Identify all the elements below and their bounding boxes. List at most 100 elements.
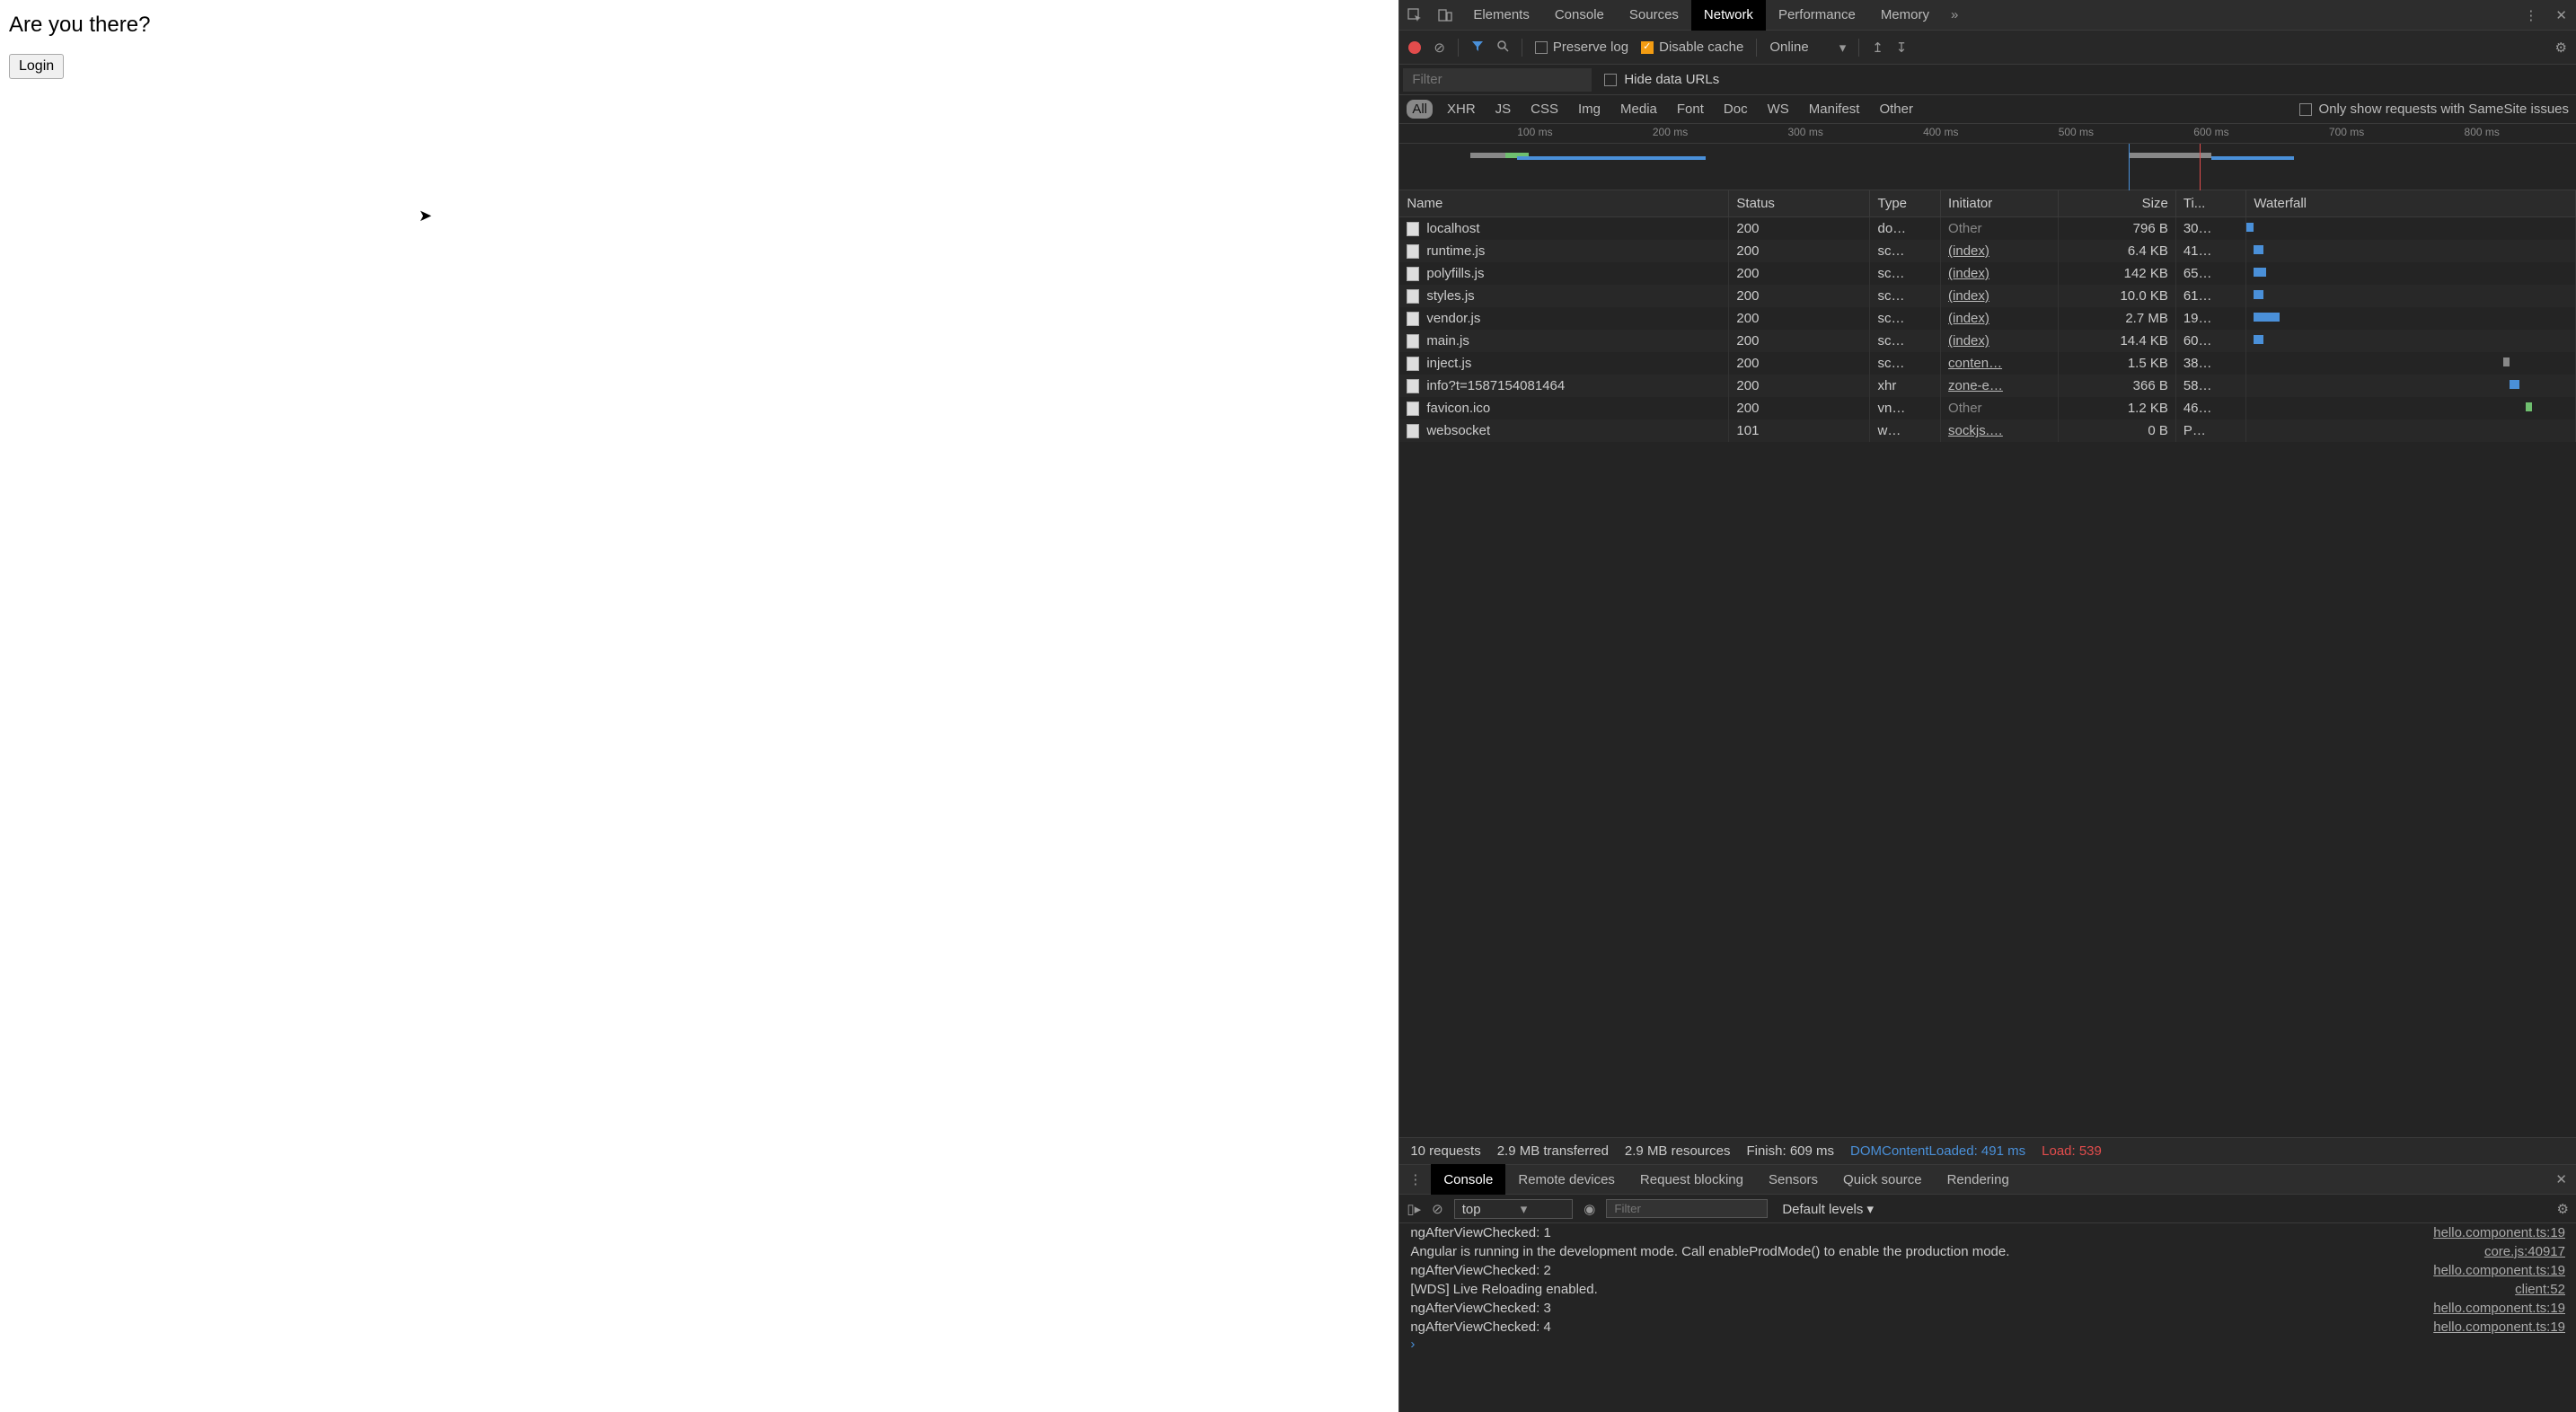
- drawer-tab-quick-source[interactable]: Quick source: [1831, 1164, 1935, 1195]
- login-button[interactable]: Login: [9, 54, 64, 79]
- network-status-bar: 10 requests 2.9 MB transferred 2.9 MB re…: [1399, 1137, 2576, 1164]
- table-row[interactable]: localhost200do…Other796 B30…: [1399, 217, 2575, 241]
- console-source-link[interactable]: hello.component.ts:19: [2433, 1301, 2565, 1316]
- preserve-log-checkbox[interactable]: Preserve log: [1535, 40, 1628, 55]
- timeline-overview[interactable]: 100 ms200 ms300 ms400 ms500 ms600 ms700 …: [1399, 124, 2576, 190]
- console-sidebar-icon[interactable]: ▯▸: [1407, 1201, 1421, 1217]
- search-icon[interactable]: [1496, 40, 1509, 56]
- cell-initiator[interactable]: (index): [1941, 285, 2059, 307]
- drawer-tab-remote-devices[interactable]: Remote devices: [1505, 1164, 1628, 1195]
- tab-sources[interactable]: Sources: [1617, 0, 1691, 31]
- console-clear-icon[interactable]: ⊘: [1432, 1201, 1443, 1217]
- inspect-element-icon[interactable]: [1399, 0, 1430, 31]
- table-row[interactable]: inject.js200sc…conten…1.5 KB38…: [1399, 352, 2575, 375]
- network-toolbar: ⊘ Preserve log Disable cache Online▾ ↥ ↧…: [1399, 31, 2576, 65]
- table-row[interactable]: favicon.ico200vn…Other1.2 KB46…: [1399, 397, 2575, 419]
- type-filter-js[interactable]: JS: [1490, 100, 1517, 119]
- drawer-tab-rendering[interactable]: Rendering: [1935, 1164, 2022, 1195]
- type-filter-font[interactable]: Font: [1672, 100, 1709, 119]
- console-source-link[interactable]: hello.component.ts:19: [2433, 1319, 2565, 1335]
- device-toolbar-icon[interactable]: [1430, 0, 1460, 31]
- timeline-tick: 100 ms: [1517, 126, 1552, 138]
- table-row[interactable]: info?t=1587154081464200xhrzone-e…366 B58…: [1399, 375, 2575, 397]
- cell-initiator[interactable]: (index): [1941, 240, 2059, 262]
- filter-icon[interactable]: [1471, 40, 1484, 56]
- cell-time: P…: [2175, 419, 2246, 442]
- type-filter-doc[interactable]: Doc: [1718, 100, 1753, 119]
- column-name[interactable]: Name: [1399, 190, 1729, 217]
- download-har-icon[interactable]: ↧: [1896, 40, 1908, 56]
- tab-memory[interactable]: Memory: [1868, 0, 1942, 31]
- upload-har-icon[interactable]: ↥: [1872, 40, 1883, 56]
- type-filter-manifest[interactable]: Manifest: [1804, 100, 1866, 119]
- console-source-link[interactable]: hello.component.ts:19: [2433, 1225, 2565, 1240]
- column-ti[interactable]: Ti...: [2175, 190, 2246, 217]
- console-prompt-icon[interactable]: ›: [1399, 1337, 2576, 1352]
- filter-input[interactable]: [1403, 68, 1592, 92]
- type-filter-media[interactable]: Media: [1615, 100, 1663, 119]
- column-status[interactable]: Status: [1729, 190, 1870, 217]
- console-context-select[interactable]: top ▾: [1454, 1199, 1574, 1219]
- network-settings-icon[interactable]: ⚙: [2555, 40, 2567, 56]
- column-initiator[interactable]: Initiator: [1941, 190, 2059, 217]
- tab-network[interactable]: Network: [1691, 0, 1766, 31]
- more-tabs-icon[interactable]: »: [1942, 7, 1967, 22]
- disable-cache-checkbox[interactable]: Disable cache: [1641, 40, 1743, 55]
- record-icon[interactable]: [1408, 41, 1421, 54]
- cell-size: 142 KB: [2058, 262, 2175, 285]
- table-row[interactable]: main.js200sc…(index)14.4 KB60…: [1399, 330, 2575, 352]
- type-filter-all[interactable]: All: [1407, 100, 1433, 119]
- table-row[interactable]: polyfills.js200sc…(index)142 KB65…: [1399, 262, 2575, 285]
- hide-data-urls-checkbox[interactable]: Hide data URLs: [1604, 72, 1719, 87]
- table-row[interactable]: styles.js200sc…(index)10.0 KB61…: [1399, 285, 2575, 307]
- tab-performance[interactable]: Performance: [1766, 0, 1868, 31]
- type-filter-xhr[interactable]: XHR: [1442, 100, 1481, 119]
- console-settings-icon[interactable]: ⚙: [2557, 1201, 2569, 1217]
- samesite-checkbox[interactable]: Only show requests with SameSite issues: [2299, 101, 2569, 117]
- cell-size: 14.4 KB: [2058, 330, 2175, 352]
- console-log: ngAfterViewChecked: 1hello.component.ts:…: [1399, 1223, 2576, 1412]
- table-row[interactable]: vendor.js200sc…(index)2.7 MB19…: [1399, 307, 2575, 330]
- tab-console[interactable]: Console: [1542, 0, 1617, 31]
- cell-initiator[interactable]: conten…: [1941, 352, 2059, 375]
- throttle-value: Online: [1769, 40, 1808, 55]
- cell-waterfall: [2246, 285, 2576, 307]
- drawer-tab-console[interactable]: Console: [1431, 1164, 1505, 1195]
- cell-status: 200: [1729, 285, 1870, 307]
- tab-elements[interactable]: Elements: [1460, 0, 1542, 31]
- throttle-select[interactable]: Online▾: [1769, 40, 1846, 56]
- live-expression-icon[interactable]: ◉: [1584, 1201, 1595, 1217]
- type-filter-ws[interactable]: WS: [1762, 100, 1795, 119]
- cell-initiator[interactable]: (index): [1941, 307, 2059, 330]
- page-title: Are you there?: [9, 13, 1389, 38]
- cell-initiator[interactable]: zone-e…: [1941, 375, 2059, 397]
- cell-waterfall: [2246, 240, 2576, 262]
- cell-initiator[interactable]: (index): [1941, 330, 2059, 352]
- console-source-link[interactable]: client:52: [2515, 1282, 2565, 1297]
- drawer-close-icon[interactable]: ✕: [2546, 1171, 2576, 1187]
- cell-initiator[interactable]: sockjs.…: [1941, 419, 2059, 442]
- cell-initiator[interactable]: (index): [1941, 262, 2059, 285]
- console-line: ngAfterViewChecked: 1hello.component.ts:…: [1399, 1223, 2576, 1242]
- cell-name: websocket: [1399, 419, 1729, 442]
- clear-icon[interactable]: ⊘: [1434, 40, 1445, 56]
- console-filter-input[interactable]: [1606, 1199, 1768, 1218]
- drawer-tab-sensors[interactable]: Sensors: [1756, 1164, 1831, 1195]
- type-filter-img[interactable]: Img: [1573, 100, 1606, 119]
- column-type[interactable]: Type: [1870, 190, 1941, 217]
- timeline-tick: 500 ms: [2059, 126, 2094, 138]
- column-size[interactable]: Size: [2058, 190, 2175, 217]
- log-levels-select[interactable]: Default levels ▾: [1782, 1201, 1874, 1217]
- type-filter-css[interactable]: CSS: [1525, 100, 1564, 119]
- console-source-link[interactable]: core.js:40917: [2484, 1244, 2565, 1259]
- column-waterfall[interactable]: Waterfall: [2246, 190, 2576, 217]
- drawer-menu-icon[interactable]: ⋮: [1399, 1171, 1431, 1187]
- drawer-tab-request-blocking[interactable]: Request blocking: [1628, 1164, 1756, 1195]
- devtools-close-icon[interactable]: ✕: [2546, 7, 2576, 23]
- console-source-link[interactable]: hello.component.ts:19: [2433, 1263, 2565, 1278]
- table-row[interactable]: runtime.js200sc…(index)6.4 KB41…: [1399, 240, 2575, 262]
- cell-status: 200: [1729, 352, 1870, 375]
- table-row[interactable]: websocket101w…sockjs.…0 BP…: [1399, 419, 2575, 442]
- type-filter-other[interactable]: Other: [1874, 100, 1919, 119]
- devtools-menu-icon[interactable]: ⋮: [2515, 7, 2546, 23]
